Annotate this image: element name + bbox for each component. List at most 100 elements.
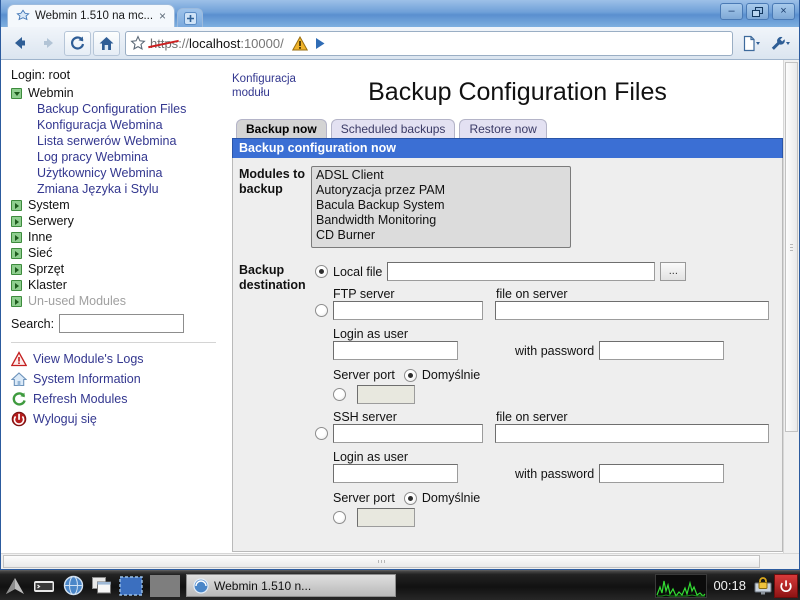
ftp-port-default-radio[interactable] xyxy=(403,368,417,382)
ssh-password-input[interactable] xyxy=(599,464,725,483)
local-file-browse-button[interactable]: ... xyxy=(660,262,687,281)
power-icon xyxy=(11,411,27,427)
tray-lock-screen-button[interactable] xyxy=(752,575,774,597)
module-option[interactable]: Bacula Backup System xyxy=(314,198,570,213)
sidebar-category-webmin[interactable]: Webmin xyxy=(9,85,222,101)
ssh-server-input[interactable] xyxy=(333,424,483,443)
ssh-port-default-radio[interactable] xyxy=(403,491,417,505)
reload-button[interactable] xyxy=(64,30,91,56)
system-tray: 00:18 xyxy=(655,573,798,599)
ssh-port-input[interactable] xyxy=(357,508,415,527)
horizontal-scroll-thumb[interactable] xyxy=(3,555,760,568)
sidebar-item-log-pracy-webmina[interactable]: Log pracy Webmina xyxy=(9,149,222,165)
tab-close-icon[interactable]: × xyxy=(158,10,167,22)
module-option[interactable]: ADSL Client xyxy=(314,168,570,183)
sidebar-category-system[interactable]: System xyxy=(9,197,222,213)
back-button[interactable] xyxy=(6,31,33,56)
sidebar-category-label: Serwery xyxy=(28,214,74,228)
sidebar-category-siec[interactable]: Sieć xyxy=(9,245,222,261)
browser-tab-active[interactable]: Webmin 1.510 na mc... × xyxy=(7,4,176,27)
ssh-port-custom-radio[interactable] xyxy=(333,511,346,524)
module-config-link[interactable]: Konfiguracja modułu xyxy=(232,72,322,101)
sidebar-link-view-modules-logs[interactable]: View Module's Logs xyxy=(9,349,222,369)
ftp-port-input[interactable] xyxy=(357,385,415,404)
sidebar-link-refresh-modules[interactable]: Refresh Modules xyxy=(9,389,222,409)
ssh-user-input[interactable] xyxy=(333,464,458,483)
warning-triangle-icon[interactable] xyxy=(291,35,308,51)
url-scheme: https xyxy=(150,35,179,51)
taskbar-launcher-windows[interactable] xyxy=(89,574,115,598)
module-option[interactable]: CD Burner xyxy=(314,228,570,243)
ssh-radio[interactable] xyxy=(315,427,328,440)
ftp-port-label: Server port xyxy=(333,368,395,382)
local-file-input[interactable] xyxy=(387,262,656,281)
tray-power-button[interactable] xyxy=(774,573,798,598)
sidebar-category-serwery[interactable]: Serwery xyxy=(9,213,222,229)
sidebar-category-inne[interactable]: Inne xyxy=(9,229,222,245)
sidebar-link-label: View Module's Logs xyxy=(33,352,144,366)
sidebar-category-un-used-modules[interactable]: Un-used Modules xyxy=(9,293,222,309)
taskbar-launcher-terminal[interactable] xyxy=(31,574,57,598)
ftp-file-input[interactable] xyxy=(495,301,769,320)
go-arrow-icon[interactable] xyxy=(312,36,328,51)
window-close-button[interactable]: × xyxy=(772,3,795,20)
sidebar-category-klaster[interactable]: Klaster xyxy=(9,277,222,293)
tab-backup-now[interactable]: Backup now xyxy=(236,119,327,138)
window-controls: – × xyxy=(720,3,795,20)
ftp-port-custom-radio[interactable] xyxy=(333,388,346,401)
page-menu-button[interactable] xyxy=(738,31,765,56)
search-input[interactable] xyxy=(59,314,185,333)
modules-to-backup-listbox[interactable]: ADSL Client Autoryzacja przez PAM Bacula… xyxy=(311,166,571,248)
taskbar-launcher-browser[interactable] xyxy=(60,574,86,598)
home-button[interactable] xyxy=(93,30,120,56)
scroll-thumb-grip xyxy=(790,244,793,251)
ftp-server-label: FTP server xyxy=(333,287,395,301)
page-vertical-scrollbar[interactable] xyxy=(783,60,799,553)
address-bar[interactable]: https://localhost:10000/ xyxy=(125,30,733,56)
category-collapsed-icon xyxy=(11,199,22,211)
taskbar-launcher-desktop-preview[interactable] xyxy=(118,574,144,598)
backup-form-panel: Modules to backup ADSL Client Autoryzacj… xyxy=(232,158,783,552)
sidebar-item-uzytkownicy-webmina[interactable]: Użytkownicy Webmina xyxy=(9,165,222,181)
system-monitor-graph-icon[interactable] xyxy=(655,573,708,598)
window-restore-button[interactable] xyxy=(746,3,769,20)
ftp-radio[interactable] xyxy=(315,304,328,317)
sidebar-link-system-information[interactable]: System Information xyxy=(9,369,222,389)
category-collapsed-icon xyxy=(11,247,22,259)
module-option[interactable]: Bandwidth Monitoring xyxy=(314,213,570,228)
sidebar-category-label: Sieć xyxy=(28,246,53,260)
taskbar-window-button-webmin[interactable]: Webmin 1.510 n... xyxy=(186,574,396,597)
sidebar-link-wyloguj-sie[interactable]: Wyloguj się xyxy=(9,409,222,429)
tab-restore-now[interactable]: Restore now xyxy=(459,119,547,138)
sidebar-item-zmiana-jezyka-i-stylu[interactable]: Zmiana Języka i Stylu xyxy=(9,181,222,197)
desktop-preview-icon xyxy=(119,575,143,596)
sidebar-item-backup-configuration-files[interactable]: Backup Configuration Files xyxy=(9,101,222,117)
forward-button[interactable] xyxy=(35,31,62,56)
ssh-user-labels-row: Login as user xyxy=(315,450,774,464)
ftp-password-input[interactable] xyxy=(599,341,725,360)
sidebar-item-konfiguracja-webmina[interactable]: Konfiguracja Webmina xyxy=(9,117,222,133)
ssh-user-label: Login as user xyxy=(333,450,409,464)
module-option[interactable]: Autoryzacja przez PAM xyxy=(314,183,570,198)
local-file-radio[interactable] xyxy=(315,265,328,278)
taskbar-launcher-arch-menu[interactable] xyxy=(2,574,28,598)
taskbar-clock[interactable]: 00:18 xyxy=(707,578,752,593)
page-horizontal-scrollbar[interactable] xyxy=(1,553,799,569)
new-tab-button[interactable] xyxy=(177,8,204,27)
ftp-server-input[interactable] xyxy=(333,301,483,320)
ssh-password-label: with password xyxy=(515,466,595,481)
ssh-labels-row: SSH server file on server xyxy=(315,410,774,424)
ssh-file-input[interactable] xyxy=(495,424,769,443)
tab-scheduled-backups[interactable]: Scheduled backups xyxy=(330,119,456,138)
ftp-user-input[interactable] xyxy=(333,341,458,360)
sidebar-item-lista-serwerow-webmina[interactable]: Lista serwerów Webmina xyxy=(9,133,222,149)
warning-triangle-icon xyxy=(11,351,27,367)
sidebar-link-label: Wyloguj się xyxy=(33,412,97,426)
url-separator: :// xyxy=(178,35,190,51)
sidebar-category-sprzet[interactable]: Sprzęt xyxy=(9,261,222,277)
window-minimize-button[interactable]: – xyxy=(720,3,743,20)
vertical-scroll-thumb[interactable] xyxy=(785,62,798,432)
star-icon[interactable] xyxy=(130,35,146,51)
sidebar-link-label: Refresh Modules xyxy=(33,392,128,406)
tools-menu-button[interactable] xyxy=(767,31,794,56)
